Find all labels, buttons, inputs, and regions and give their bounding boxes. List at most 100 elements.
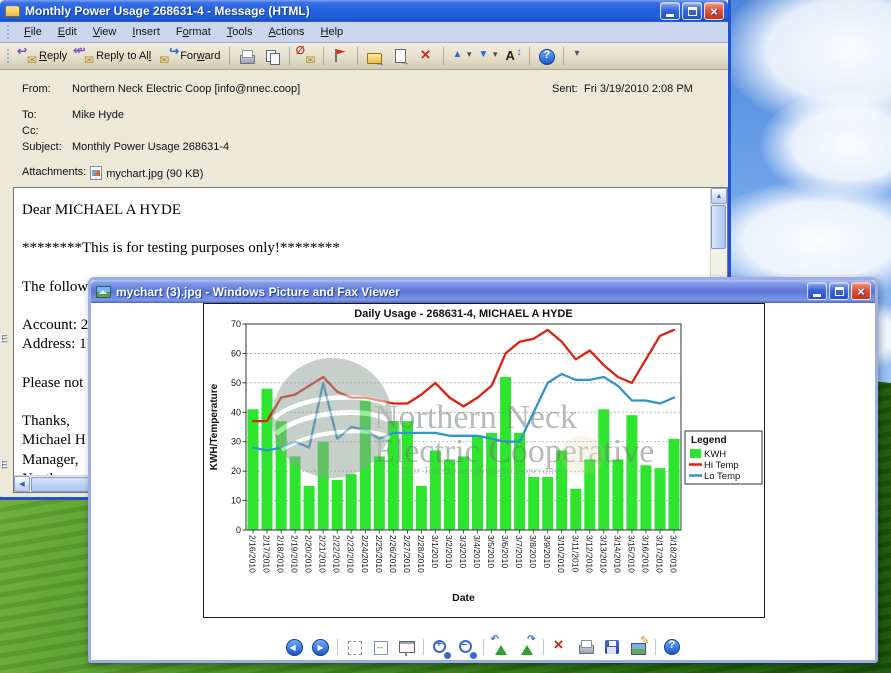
move-to-folder-button[interactable] [362,46,387,66]
best-fit-icon[interactable] [345,638,364,657]
toolbar-drag-handle[interactable] [6,49,11,63]
menu-item-file[interactable]: File [16,24,50,41]
toolbar-options-button[interactable] [568,46,593,66]
svg-text:3/4/2010: 3/4/2010 [472,535,482,568]
kwh-bar [416,486,427,530]
copy-button[interactable] [260,46,285,66]
chart-title: Daily Usage - 268631-4, MICHAEL A HYDE [354,308,572,320]
svg-text:3/9/2010: 3/9/2010 [542,535,552,568]
attachment-image: Daily Usage - 268631-4, MICHAEL A HYDE01… [203,303,765,618]
flag-button[interactable] [328,46,353,66]
viewer-close-button[interactable]: × [851,282,871,300]
svg-text:50: 50 [231,378,241,388]
kwh-bar [542,477,553,530]
copy-icon [264,48,281,64]
menu-drag-handle[interactable] [6,25,11,39]
viewer-toolbar-separator [655,639,656,655]
viewer-window-title: mychart (3).jpg - Windows Picture and Fa… [116,285,400,299]
kwh-bar [248,409,259,530]
attachments-label: Attachments: [22,166,86,180]
desktop: E E Monthly Power Usage 268631-4 - Messa… [0,0,891,673]
svg-text:2/17/2010: 2/17/2010 [262,535,272,573]
menu-item-actions[interactable]: Actions [260,24,312,41]
menu-item-edit[interactable]: Edit [50,24,85,41]
delete-button[interactable] [414,46,439,66]
reply-icon [19,48,36,64]
viewer-toolbar-separator [543,639,544,655]
viewer-toolbar-separator [337,639,338,655]
svg-text:2/25/2010: 2/25/2010 [374,535,384,573]
scroll-left-button[interactable]: ◀ [14,476,30,492]
svg-text:3/15/2010: 3/15/2010 [626,535,636,573]
print-icon [238,48,255,64]
zoom-out-icon[interactable] [457,638,476,657]
svg-text:3/12/2010: 3/12/2010 [584,535,594,573]
help-icon[interactable] [663,638,682,657]
body-line: ********This is for testing purposes onl… [22,239,700,258]
svg-text:Legend: Legend [691,435,727,446]
email-titlebar[interactable]: Monthly Power Usage 268631-4 - Message (… [0,0,728,22]
attachment-chip[interactable]: mychart.jpg (90 KB) [88,166,203,180]
font-size-button[interactable] [500,46,525,66]
email-window-title: Monthly Power Usage 268631-4 - Message (… [25,4,310,18]
vertical-scroll-thumb[interactable] [711,205,726,249]
zoom-in-icon[interactable] [431,638,450,657]
next-image-icon[interactable] [311,638,330,657]
svg-text:2/27/2010: 2/27/2010 [402,535,412,573]
menu-item-insert[interactable]: Insert [124,24,168,41]
email-maximize-button[interactable] [682,2,702,20]
save-icon[interactable] [603,638,622,657]
from-value: Northern Neck Electric Coop [info@nnec.c… [72,83,300,95]
create-rule-button[interactable] [388,46,413,66]
svg-text:30: 30 [231,437,241,447]
to-value: Mike Hyde [72,109,124,121]
next-item-button[interactable] [474,46,499,66]
viewer-toolbar-separator [423,639,424,655]
svg-text:2/24/2010: 2/24/2010 [360,535,370,573]
actual-size-icon[interactable] [371,638,390,657]
slideshow-icon[interactable] [397,638,416,657]
reply-to-all-button[interactable]: Reply to All [72,46,155,66]
viewer-maximize-button[interactable] [829,282,849,300]
y-axis-label: KWH/Temperature [209,383,220,470]
svg-text:Northern Neck: Northern Neck [374,399,577,436]
rotate-clockwise-icon[interactable] [517,638,536,657]
reply-button[interactable]: Reply [15,46,71,66]
usage-chart: Daily Usage - 268631-4, MICHAEL A HYDE01… [204,304,764,622]
delete-icon[interactable] [551,638,570,657]
forward-icon [160,48,177,64]
kwh-bar [669,439,680,530]
svg-text:3/7/2010: 3/7/2010 [514,535,524,568]
menu-item-format[interactable]: Format [168,24,219,41]
rotate-counterclockwise-icon[interactable] [491,638,510,657]
email-minimize-button[interactable] [660,2,680,20]
email-header-area: From: Northern Neck Electric Coop [info@… [0,70,728,187]
forward-button[interactable]: Forward [156,46,224,66]
svg-text:3/11/2010: 3/11/2010 [570,535,580,572]
email-menu-bar: FileEditViewInsertFormatToolsActionsHelp [0,22,728,43]
viewer-titlebar[interactable]: mychart (3).jpg - Windows Picture and Fa… [91,280,875,303]
svg-text:70: 70 [231,319,241,329]
scroll-up-button[interactable]: ▲ [711,188,727,204]
viewer-minimize-button[interactable] [807,282,827,300]
body-line: Dear MICHAEL A HYDE [22,201,700,220]
previous-image-icon[interactable] [285,638,304,657]
attachment-name: mychart.jpg (90 KB) [106,168,203,180]
help-button[interactable] [534,46,559,66]
svg-text:40: 40 [231,407,241,417]
previous-item-button[interactable] [448,46,473,66]
kwh-bar [655,468,666,530]
menu-item-view[interactable]: View [85,24,125,41]
junk-mail-button[interactable] [294,46,319,66]
edit-icon[interactable] [629,638,648,657]
menu-item-help[interactable]: Help [313,24,352,41]
print-button[interactable] [234,46,259,66]
svg-text:3/13/2010: 3/13/2010 [598,535,608,573]
toolbar-separator [289,47,290,65]
junk-mail-icon [298,48,315,64]
email-close-button[interactable]: × [704,2,724,20]
menu-item-tools[interactable]: Tools [219,24,261,41]
viewer-toolbar-separator [483,639,484,655]
print-icon[interactable] [577,638,596,657]
forward-label: Forward [180,50,220,62]
